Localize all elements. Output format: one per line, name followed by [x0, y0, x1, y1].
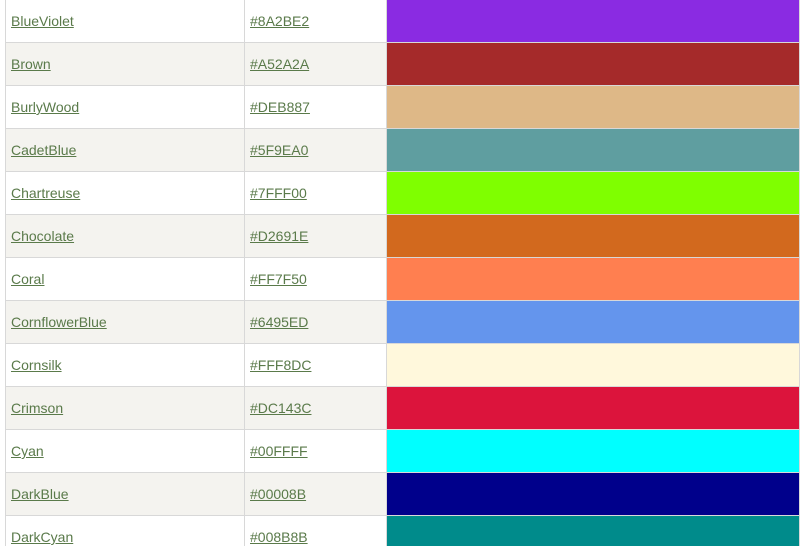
color-name-link[interactable]: Cornsilk: [11, 357, 62, 373]
color-name-cell: BurlyWood: [5, 85, 245, 129]
color-hex-link[interactable]: #7FFF00: [250, 185, 307, 201]
color-hex-cell: #8A2BE2: [244, 0, 387, 43]
color-name-cell: Brown: [5, 42, 245, 86]
color-name-link[interactable]: BurlyWood: [11, 99, 79, 115]
color-hex-link[interactable]: #FFF8DC: [250, 357, 311, 373]
table-row: Chocolate #D2691E: [5, 214, 800, 258]
color-name-link[interactable]: Cyan: [11, 443, 44, 459]
color-hex-link[interactable]: #8A2BE2: [250, 13, 309, 29]
color-name-link[interactable]: DarkBlue: [11, 486, 69, 502]
color-hex-link[interactable]: #5F9EA0: [250, 142, 308, 158]
color-name-cell: Coral: [5, 257, 245, 301]
color-hex-link[interactable]: #008B8B: [250, 529, 308, 545]
color-swatch: [386, 0, 800, 43]
color-hex-link[interactable]: #DEB887: [250, 99, 310, 115]
color-swatch: [386, 472, 800, 516]
color-hex-link[interactable]: #FF7F50: [250, 271, 307, 287]
color-name-cell: Crimson: [5, 386, 245, 430]
color-hex-link[interactable]: #6495ED: [250, 314, 308, 330]
color-hex-link[interactable]: #00008B: [250, 486, 306, 502]
color-table-body: BlueViolet #8A2BE2 Brown #A52A2A BurlyWood #D…: [5, 0, 800, 546]
table-row: Cornsilk #FFF8DC: [5, 343, 800, 387]
color-name-link[interactable]: DarkCyan: [11, 529, 73, 545]
color-swatch: [386, 42, 800, 86]
table-row: Crimson #DC143C: [5, 386, 800, 430]
color-name-cell: Cornsilk: [5, 343, 245, 387]
color-name-link[interactable]: Chocolate: [11, 228, 74, 244]
color-name-cell: DarkCyan: [5, 515, 245, 546]
color-swatch: [386, 171, 800, 215]
color-name-link[interactable]: Brown: [11, 56, 51, 72]
color-name-cell: BlueViolet: [5, 0, 245, 43]
color-hex-cell: #00008B: [244, 472, 387, 516]
table-row: CornflowerBlue #6495ED: [5, 300, 800, 344]
color-name-cell: CadetBlue: [5, 128, 245, 172]
color-swatch: [386, 128, 800, 172]
color-hex-link[interactable]: #00FFFF: [250, 443, 308, 459]
color-hex-cell: #FF7F50: [244, 257, 387, 301]
table-row: CadetBlue #5F9EA0: [5, 128, 800, 172]
color-swatch: [386, 429, 800, 473]
color-name-link[interactable]: Coral: [11, 271, 44, 287]
color-table: BlueViolet #8A2BE2 Brown #A52A2A BurlyWood #D…: [5, 0, 800, 546]
table-row: Cyan #00FFFF: [5, 429, 800, 473]
table-row: Brown #A52A2A: [5, 42, 800, 86]
color-swatch: [386, 515, 800, 546]
table-row: Chartreuse #7FFF00: [5, 171, 800, 215]
color-swatch: [386, 343, 800, 387]
color-hex-cell: #008B8B: [244, 515, 387, 546]
color-name-link[interactable]: BlueViolet: [11, 13, 74, 29]
color-hex-cell: #DEB887: [244, 85, 387, 129]
table-row: BurlyWood #DEB887: [5, 85, 800, 129]
color-hex-link[interactable]: #D2691E: [250, 228, 308, 244]
color-swatch: [386, 386, 800, 430]
color-name-cell: Chocolate: [5, 214, 245, 258]
color-hex-cell: #7FFF00: [244, 171, 387, 215]
color-name-link[interactable]: CadetBlue: [11, 142, 76, 158]
color-name-link[interactable]: CornflowerBlue: [11, 314, 107, 330]
table-row: BlueViolet #8A2BE2: [5, 0, 800, 43]
color-hex-cell: #5F9EA0: [244, 128, 387, 172]
color-name-link[interactable]: Chartreuse: [11, 185, 80, 201]
color-swatch: [386, 257, 800, 301]
color-swatch: [386, 85, 800, 129]
color-hex-cell: #DC143C: [244, 386, 387, 430]
color-swatch: [386, 300, 800, 344]
color-hex-link[interactable]: #DC143C: [250, 400, 311, 416]
color-name-link[interactable]: Crimson: [11, 400, 63, 416]
table-row: DarkBlue #00008B: [5, 472, 800, 516]
color-name-cell: Chartreuse: [5, 171, 245, 215]
table-row: DarkCyan #008B8B: [5, 515, 800, 546]
color-swatch: [386, 214, 800, 258]
color-hex-cell: #D2691E: [244, 214, 387, 258]
color-hex-link[interactable]: #A52A2A: [250, 56, 309, 72]
color-hex-cell: #00FFFF: [244, 429, 387, 473]
color-hex-cell: #6495ED: [244, 300, 387, 344]
color-hex-cell: #A52A2A: [244, 42, 387, 86]
color-hex-cell: #FFF8DC: [244, 343, 387, 387]
color-name-cell: Cyan: [5, 429, 245, 473]
table-row: Coral #FF7F50: [5, 257, 800, 301]
color-name-cell: DarkBlue: [5, 472, 245, 516]
color-name-cell: CornflowerBlue: [5, 300, 245, 344]
